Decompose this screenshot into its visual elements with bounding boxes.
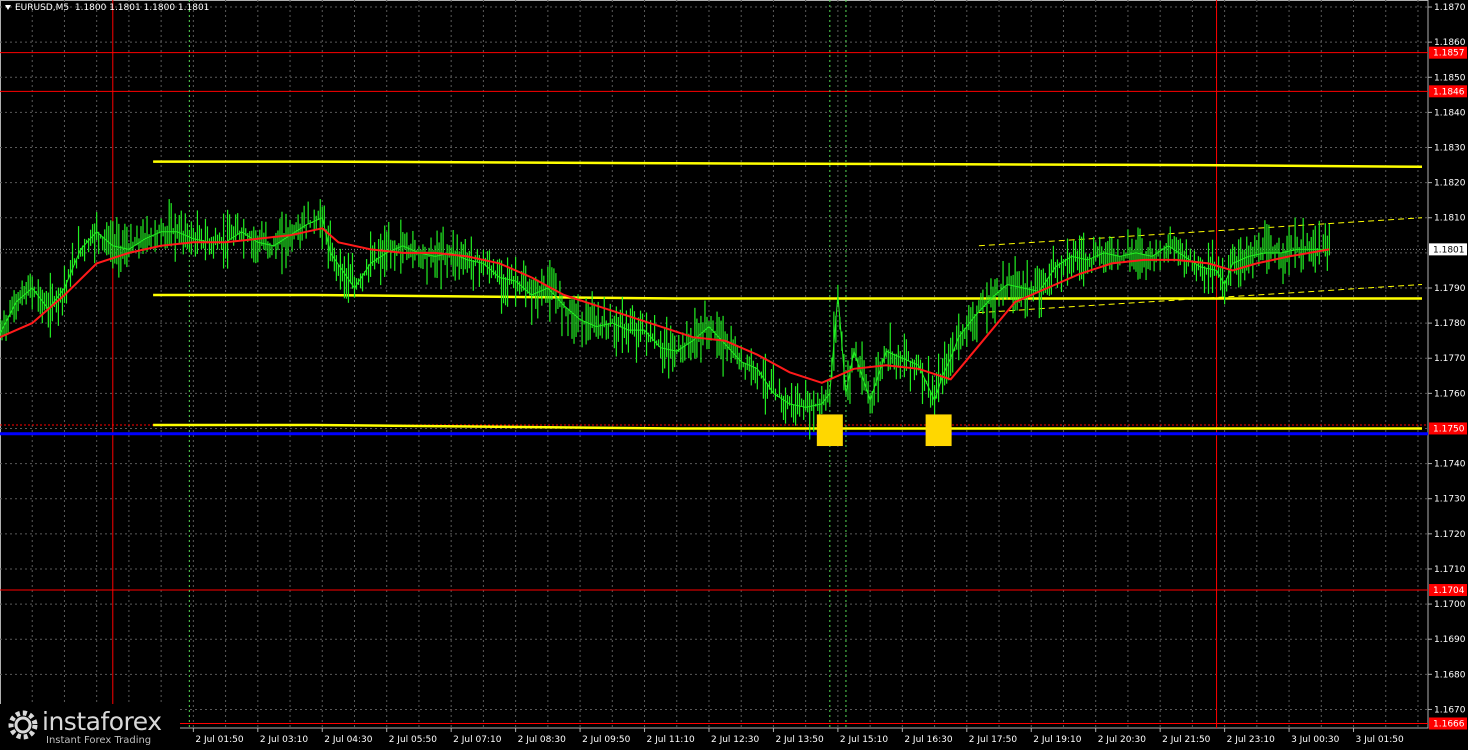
x-tick-label: 2 Jul 13:50	[775, 735, 824, 745]
logo-gear-icon	[8, 710, 38, 740]
x-tick-label: 2 Jul 05:50	[389, 735, 438, 745]
y-tick-label: 1.1850	[1434, 73, 1466, 83]
y-tick-label: 1.1870	[1434, 3, 1466, 13]
logo-tagline: Instant Forex Trading	[46, 735, 152, 746]
y-tick-label: 1.1680	[1434, 670, 1466, 680]
x-tick-label: 2 Jul 19:10	[1033, 735, 1082, 745]
y-tick-label: 1.1670	[1434, 705, 1466, 715]
y-tick-label: 1.1830	[1434, 144, 1466, 154]
signal-box	[816, 414, 843, 447]
x-tick-label: 2 Jul 16:30	[904, 735, 953, 745]
x-tick-label: 2 Jul 15:10	[840, 735, 889, 745]
x-tick-label: 2 Jul 17:50	[969, 735, 1018, 745]
x-tick-label: 3 Jul 00:30	[1291, 735, 1340, 745]
price-label: 1.1750	[1433, 424, 1465, 434]
x-tick-label: 2 Jul 12:30	[711, 735, 760, 745]
price-axis: 1.1870 1.1860 1.1850 1.1840 1.1830 1.1820 1.18…	[1428, 3, 1467, 730]
ohlc-values: 1.1800 1.1801 1.1800 1.1801	[74, 3, 210, 13]
yellow-level-line	[153, 423, 1422, 430]
time-axis: 2 Jul 01:50 2 Jul 03:10 2 Jul 04:30 2 Jul 0…	[192, 728, 1405, 745]
y-tick-label: 1.1710	[1434, 565, 1466, 575]
y-tick-label: 1.1720	[1434, 530, 1466, 540]
signal-box	[925, 414, 952, 447]
y-tick-label: 1.1730	[1434, 495, 1466, 505]
y-tick-label: 1.1700	[1434, 600, 1466, 610]
y-tick-label: 1.1740	[1434, 460, 1466, 470]
y-tick-label: 1.1690	[1434, 635, 1466, 645]
brand-logo: instaforex Instant Forex Trading	[0, 704, 180, 748]
x-tick-label: 3 Jul 01:50	[1356, 735, 1405, 745]
y-tick-label: 1.1770	[1434, 354, 1466, 364]
chart-header: EURUSD,M5 1.1800 1.1801 1.1800 1.1801	[5, 3, 209, 13]
y-tick-label: 1.1790	[1434, 284, 1466, 294]
y-tick-label: 1.1840	[1434, 108, 1466, 118]
x-tick-label: 2 Jul 01:50	[195, 735, 244, 745]
y-tick-label: 1.1820	[1434, 179, 1466, 189]
y-tick-label: 1.1860	[1434, 38, 1466, 48]
symbol-timeframe: EURUSD,M5	[15, 3, 70, 13]
y-tick-label: 1.1760	[1434, 389, 1466, 399]
plot-border	[0, 0, 1429, 729]
x-tick-label: 2 Jul 03:10	[260, 735, 309, 745]
dropdown-triangle-icon[interactable]	[5, 5, 11, 10]
chart-grid	[0, 0, 1429, 729]
y-tick-label: 1.1780	[1434, 319, 1466, 329]
x-tick-label: 2 Jul 04:30	[324, 735, 373, 745]
price-label: 1.1857	[1433, 49, 1465, 59]
x-tick-label: 2 Jul 21:50	[1162, 735, 1211, 745]
x-tick-label: 2 Jul 23:10	[1227, 735, 1276, 745]
x-tick-label: 2 Jul 09:50	[582, 735, 631, 745]
chart-series	[0, 199, 1330, 440]
x-tick-label: 2 Jul 20:30	[1098, 735, 1147, 745]
x-tick-label: 2 Jul 11:10	[647, 735, 696, 745]
trend-channel-line	[978, 217, 1423, 247]
y-tick-label: 1.1810	[1434, 214, 1466, 224]
level-lines	[0, 0, 1428, 728]
signal-boxes	[816, 414, 952, 447]
price-line	[0, 216, 1330, 408]
logo-brand-name: instaforex	[42, 707, 162, 736]
price-label: 1.1846	[1433, 87, 1465, 97]
yellow-level-line	[153, 160, 1423, 169]
price-chart[interactable]: 1.1870 1.1860 1.1850 1.1840 1.1830 1.1820 1.18…	[0, 0, 1468, 750]
current-price-label: 1.1801	[1433, 245, 1465, 255]
price-label: 1.1704	[1433, 586, 1465, 596]
x-tick-label: 2 Jul 07:10	[453, 735, 502, 745]
price-label: 1.1666	[1433, 719, 1465, 729]
x-tick-label: 2 Jul 08:30	[518, 735, 567, 745]
